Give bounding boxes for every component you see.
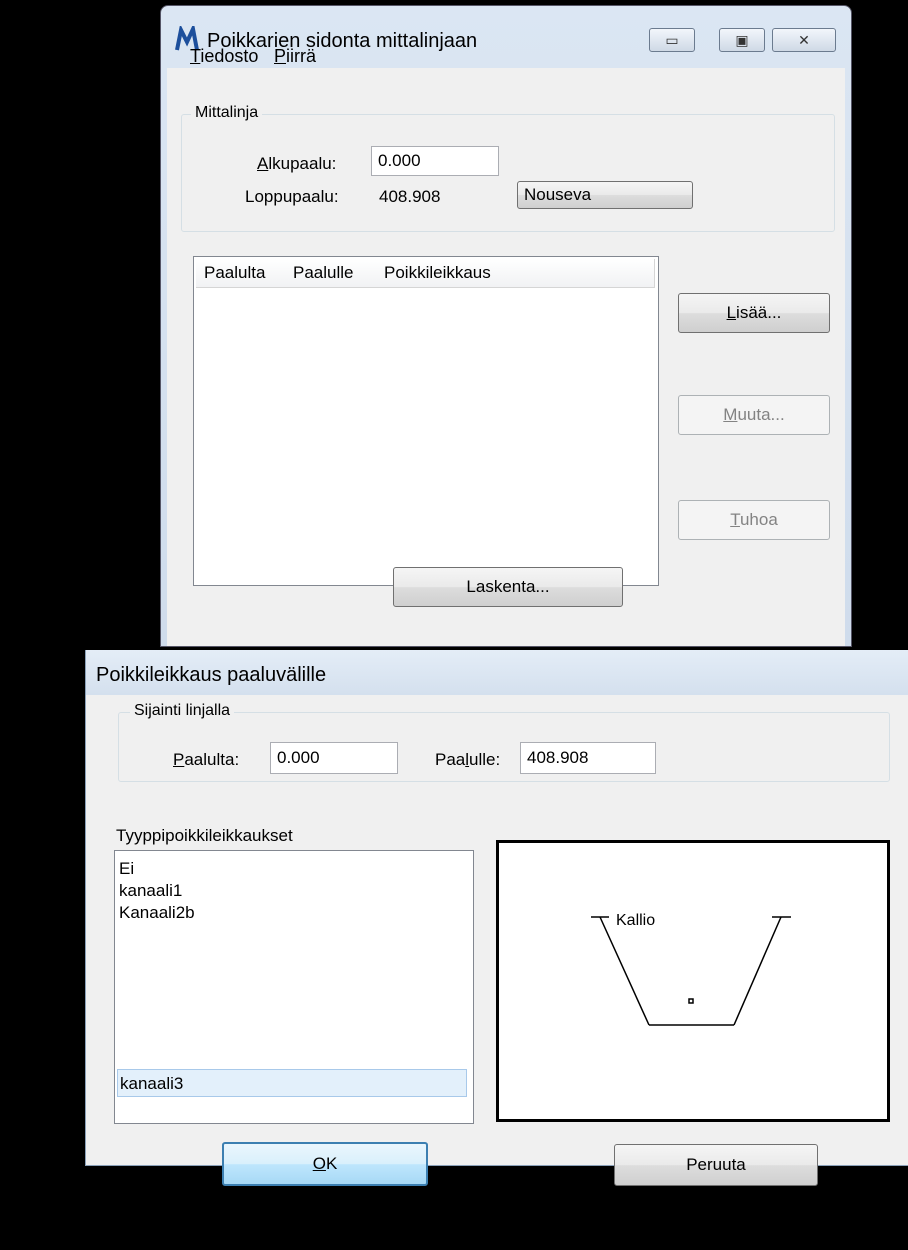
dialog-title-bar: Poikkileikkaus paaluvälille bbox=[86, 650, 908, 695]
to-station-input[interactable]: 408.908 bbox=[520, 742, 656, 774]
add-button[interactable]: Lisää... bbox=[678, 293, 830, 333]
list-item[interactable]: Kanaali2b bbox=[119, 903, 195, 923]
menu-item-tiedosto[interactable]: Tiedosto bbox=[190, 46, 258, 67]
dialog-title: Poikkileikkaus paaluvälille bbox=[96, 664, 327, 686]
from-label: Paalulta: bbox=[173, 750, 239, 770]
label-text: Paa bbox=[435, 750, 466, 769]
button-label: uuta... bbox=[737, 405, 785, 424]
start-label: Alkupaalu: bbox=[257, 154, 336, 174]
maximize-icon: ▣ bbox=[735, 32, 749, 48]
group-title: Mittalinja bbox=[191, 104, 263, 122]
column-header-poikkileikkaus[interactable]: Poikkileikkaus bbox=[384, 263, 491, 283]
section-preview: Kallio bbox=[496, 840, 890, 1122]
cross-section-drawing: Kallio bbox=[591, 912, 791, 1026]
main-window: Poikkarien sidonta mittalinjaan ▭ ▣ ✕ Ti… bbox=[160, 5, 852, 647]
close-button[interactable]: ✕ bbox=[772, 28, 836, 52]
button-accel: L bbox=[726, 303, 737, 322]
section-dialog: Poikkileikkaus paaluvälille Sijainti lin… bbox=[85, 650, 908, 1186]
delete-button[interactable]: Tuhoa bbox=[678, 500, 830, 540]
main-client: Tiedosto Piirrä Mittalinja Alkupaalu: 0.… bbox=[167, 46, 845, 646]
type-list[interactable]: Ei kanaali1 Kanaali2b kanaali3 bbox=[114, 850, 474, 1124]
menu-label: iedosto bbox=[200, 46, 259, 66]
end-label: Loppupaalu: bbox=[245, 187, 339, 206]
direction-button[interactable]: Nouseva bbox=[517, 181, 693, 209]
list-header: Paalulta Paalulle Poikkileikkaus bbox=[196, 259, 655, 288]
button-accel: T bbox=[730, 510, 740, 529]
type-list-label: Tyyppipoikkileikkaukset bbox=[116, 826, 293, 845]
label-accel: A bbox=[257, 154, 269, 173]
menu-accel: T bbox=[190, 46, 201, 66]
list-item-selected[interactable]: kanaali3 bbox=[117, 1069, 467, 1097]
minimize-button[interactable]: ▭ bbox=[649, 28, 695, 52]
menu-item-piirra[interactable]: Piirrä bbox=[274, 46, 316, 67]
button-accel: O bbox=[312, 1154, 326, 1173]
menu-accel: P bbox=[274, 46, 287, 66]
from-station-input[interactable]: 0.000 bbox=[270, 742, 398, 774]
label-accel: P bbox=[173, 750, 185, 769]
start-station-input[interactable]: 0.000 bbox=[371, 146, 499, 176]
end-station-value: 408.908 bbox=[379, 187, 441, 206]
list-item[interactable]: kanaali1 bbox=[119, 881, 182, 901]
list-item[interactable]: Ei bbox=[119, 859, 134, 879]
column-header-paalulta[interactable]: Paalulta bbox=[204, 263, 265, 283]
button-label: uhoa bbox=[739, 510, 778, 529]
cancel-button[interactable]: Peruuta bbox=[614, 1144, 818, 1186]
minimize-icon: ▭ bbox=[665, 32, 679, 48]
button-label: K bbox=[325, 1154, 338, 1173]
maximize-button[interactable]: ▣ bbox=[719, 28, 765, 52]
menu-label: iirrä bbox=[286, 46, 317, 66]
column-header-paalulle[interactable]: Paalulle bbox=[293, 263, 354, 283]
button-accel: M bbox=[723, 405, 738, 424]
station-list[interactable]: Paalulta Paalulle Poikkileikkaus bbox=[193, 256, 659, 586]
location-group bbox=[118, 712, 890, 782]
label-text: ulle: bbox=[469, 750, 501, 769]
close-icon: ✕ bbox=[798, 32, 810, 48]
calculate-button[interactable]: Laskenta... bbox=[393, 567, 623, 607]
label-text: aalulta: bbox=[184, 750, 240, 769]
to-label: Paalulle: bbox=[435, 750, 500, 770]
modify-button[interactable]: Muuta... bbox=[678, 395, 830, 435]
label-text: lkupaalu: bbox=[268, 154, 337, 173]
ok-button[interactable]: OK bbox=[222, 1142, 428, 1186]
group-title: Sijainti linjalla bbox=[130, 702, 235, 720]
preview-label: Kallio bbox=[616, 912, 655, 929]
button-label: isää... bbox=[736, 303, 782, 322]
